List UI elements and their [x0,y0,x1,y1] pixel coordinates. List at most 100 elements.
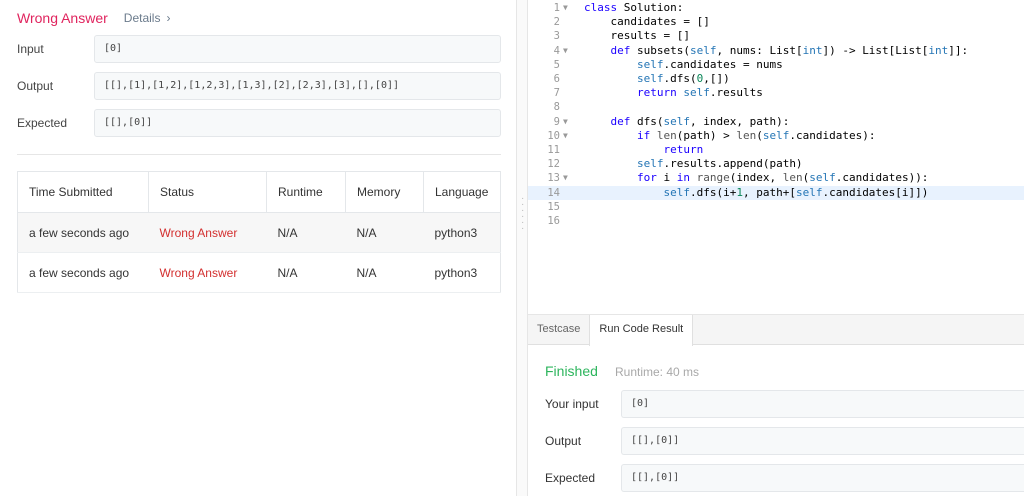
code-text[interactable]: self.dfs(i+1, path+[self.candidates[i]]) [584,186,928,200]
chevron-right-icon[interactable]: › [166,11,170,25]
run-status: Finished [545,363,598,379]
code-line[interactable]: 6 self.dfs(0,[]) [528,72,1024,86]
result-output-row: Output [[],[0]] [545,427,1024,455]
code-line-active[interactable]: 14 self.dfs(i+1, path+[self.candidates[i… [528,185,1024,200]
fold-arrow-icon[interactable]: ▼ [563,171,568,185]
code-text[interactable]: self.dfs(0,[]) [584,72,730,86]
code-text[interactable]: def subsets(self, nums: List[int]) -> Li… [584,44,969,58]
cell-runtime: N/A [266,212,346,253]
col-language[interactable]: Language [423,171,501,213]
fold-arrow-icon[interactable]: ▼ [563,1,568,15]
table-row[interactable]: a few seconds ago Wrong Answer N/A N/A p… [17,212,501,253]
input-row: Input [0] [17,35,501,63]
fold-arrow-icon[interactable]: ▼ [563,129,568,143]
code-text[interactable]: self.candidates = nums [584,58,783,72]
input-value: [0] [94,35,501,63]
cell-status[interactable]: Wrong Answer [148,252,267,293]
code-text[interactable]: return self.results [584,86,763,100]
line-number: 15 [547,200,560,213]
runtime-text: Runtime: 40 ms [615,365,700,379]
code-line[interactable]: 12 self.results.append(path) [528,157,1024,171]
code-editor[interactable]: 1 ▼ class Solution: 2 candidates = [] 3 re… [528,0,1024,314]
your-input-row: Your input [0] [545,390,1024,418]
expected-row: Expected [[],[0]] [17,109,501,137]
code-text[interactable]: self.results.append(path) [584,157,803,171]
output-row: Output [[],[1],[1,2],[1,2,3],[1,3],[2],[… [17,72,501,100]
output-label: Output [17,79,54,93]
result-output-value: [[],[0]] [621,427,1024,455]
details-link[interactable]: Details [124,11,161,25]
line-number: 8 [553,101,560,114]
code-line[interactable]: 10 ▼ if len(path) > len(self.candidates): [528,129,1024,143]
code-text[interactable]: return [584,143,703,157]
code-line[interactable]: 11 return [528,143,1024,157]
result-expected-value: [[],[0]] [621,464,1024,492]
code-text[interactable]: def dfs(self, index, path): [584,115,790,129]
code-line[interactable]: 1 ▼ class Solution: [528,1,1024,15]
col-memory[interactable]: Memory [345,171,424,213]
line-number: 14 [547,186,560,199]
tab-testcase[interactable]: Testcase [528,315,589,345]
your-input-label: Your input [545,397,599,411]
col-time-submitted[interactable]: Time Submitted [17,171,149,213]
cell-memory: N/A [345,252,424,293]
expected-label: Expected [17,116,68,130]
code-text[interactable]: candidates = [] [584,15,709,29]
code-line[interactable]: 3 results = [] [528,29,1024,43]
line-number: 10 [547,129,560,142]
code-line[interactable]: 16 [528,214,1024,228]
code-line[interactable]: 15 [528,200,1024,214]
submission-panel: Wrong Answer Details › Input [0] Output … [0,0,516,496]
cell-language: python3 [423,252,501,293]
tab-run-code-result[interactable]: Run Code Result [589,315,694,346]
line-number: 4 [553,44,560,57]
line-number: 11 [547,144,560,156]
code-line[interactable]: 2 candidates = [] [528,15,1024,29]
divider [17,154,501,155]
line-number: 5 [553,58,560,71]
code-line[interactable]: 8 [528,100,1024,114]
panel-resize-handle[interactable]: · · · · · · [516,0,528,496]
code-text[interactable]: class Solution: [584,1,683,15]
output-value: [[],[1],[1,2],[1,2,3],[1,3],[2],[2,3],[3… [94,72,501,100]
submission-header: Wrong Answer Details › [17,10,170,26]
code-text[interactable]: for i in range(index, len(self.candidate… [584,171,928,185]
line-number: 12 [547,158,560,171]
table-row[interactable]: a few seconds ago Wrong Answer N/A N/A p… [17,252,501,293]
code-line[interactable]: 7 return self.results [528,86,1024,100]
cell-language: python3 [423,212,501,253]
cell-runtime: N/A [266,252,346,293]
cell-time: a few seconds ago [17,212,149,253]
expected-value: [[],[0]] [94,109,501,137]
table-header-row: Time Submitted Status Runtime Memory Lan… [17,171,501,213]
code-line[interactable]: 5 self.candidates = nums [528,58,1024,72]
cell-memory: N/A [345,212,424,253]
line-number: 1 [553,2,560,14]
code-line[interactable]: 9 ▼ def dfs(self, index, path): [528,115,1024,129]
code-line[interactable]: 13 ▼ for i in range(index, len(self.candi… [528,171,1024,185]
col-status[interactable]: Status [148,171,267,213]
line-number: 16 [547,215,560,227]
result-expected-row: Expected [[],[0]] [545,464,1024,492]
col-runtime[interactable]: Runtime [266,171,346,213]
fold-arrow-icon[interactable]: ▼ [563,44,568,58]
line-number: 7 [553,87,560,100]
line-number: 13 [547,172,560,185]
code-text[interactable]: if len(path) > len(self.candidates): [584,129,875,143]
cell-time: a few seconds ago [17,252,149,293]
drag-handle-icon[interactable]: · · · · · · [521,194,524,234]
code-line[interactable]: 4 ▼ def subsets(self, nums: List[int]) ->… [528,44,1024,58]
your-input-value: [0] [621,390,1024,418]
fold-arrow-icon[interactable]: ▼ [563,115,568,129]
result-tabs: Testcase Run Code Result [528,315,1024,346]
cell-status[interactable]: Wrong Answer [148,212,267,253]
input-label: Input [17,42,44,56]
result-panel: Testcase Run Code Result Finished Runtim… [528,314,1024,496]
result-output-label: Output [545,434,582,448]
submissions-table: Time Submitted Status Runtime Memory Lan… [17,171,501,293]
result-expected-label: Expected [545,471,596,485]
line-number: 6 [553,73,560,85]
line-number: 2 [553,16,560,29]
code-text[interactable]: results = [] [584,29,689,43]
line-number: 9 [553,115,560,128]
